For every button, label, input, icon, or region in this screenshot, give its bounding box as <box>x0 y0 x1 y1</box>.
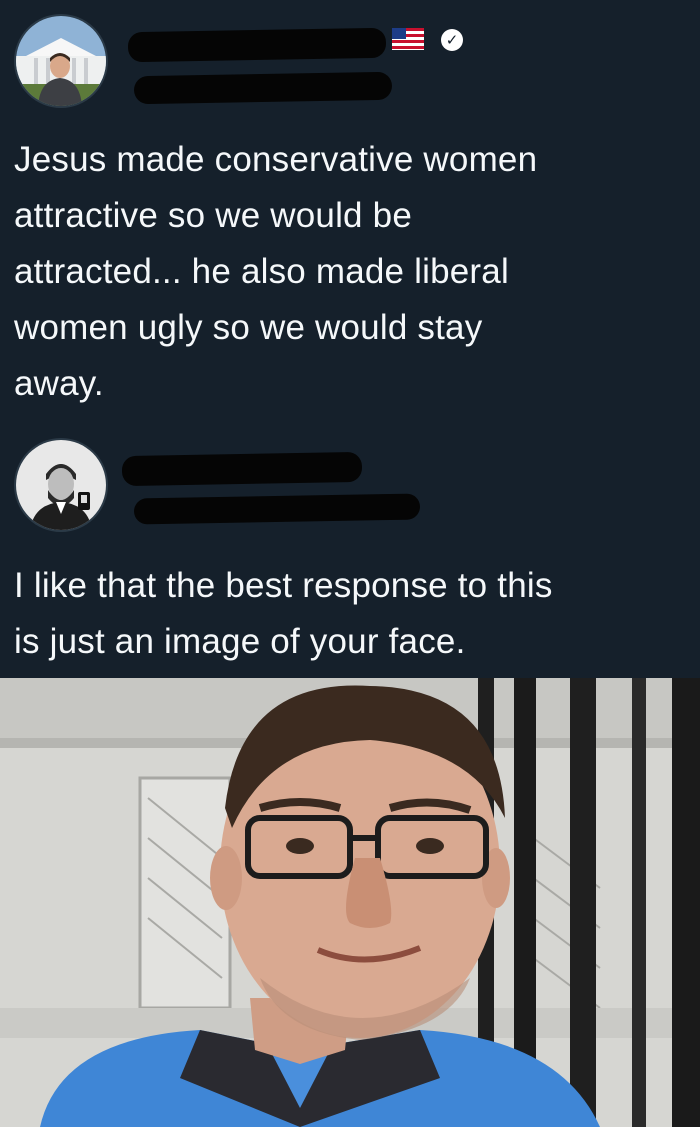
attached-photo[interactable] <box>0 678 700 1127</box>
redacted-username <box>133 71 393 105</box>
avatar[interactable] <box>14 438 108 532</box>
selfie-photo-man-with-glasses <box>0 678 700 1127</box>
avatar[interactable] <box>14 14 108 108</box>
redacted-username <box>133 493 421 525</box>
profile-photo-man-white-house <box>16 16 106 106</box>
verified-badge-icon: ✓ <box>441 29 463 51</box>
us-flag-icon <box>392 28 424 50</box>
tweet-text: I like that the best response to this is… <box>14 566 553 661</box>
tweet-text: Jesus made conservative women attractive… <box>14 140 538 403</box>
profile-photo-abraham-lincoln-selfie <box>16 440 106 530</box>
tweet-reply: I like that the best response to this is… <box>0 430 700 678</box>
redacted-display-name <box>121 451 363 487</box>
redacted-display-name <box>127 27 387 63</box>
tweet-original: ✓ Jesus made conservative women attracti… <box>0 0 700 430</box>
